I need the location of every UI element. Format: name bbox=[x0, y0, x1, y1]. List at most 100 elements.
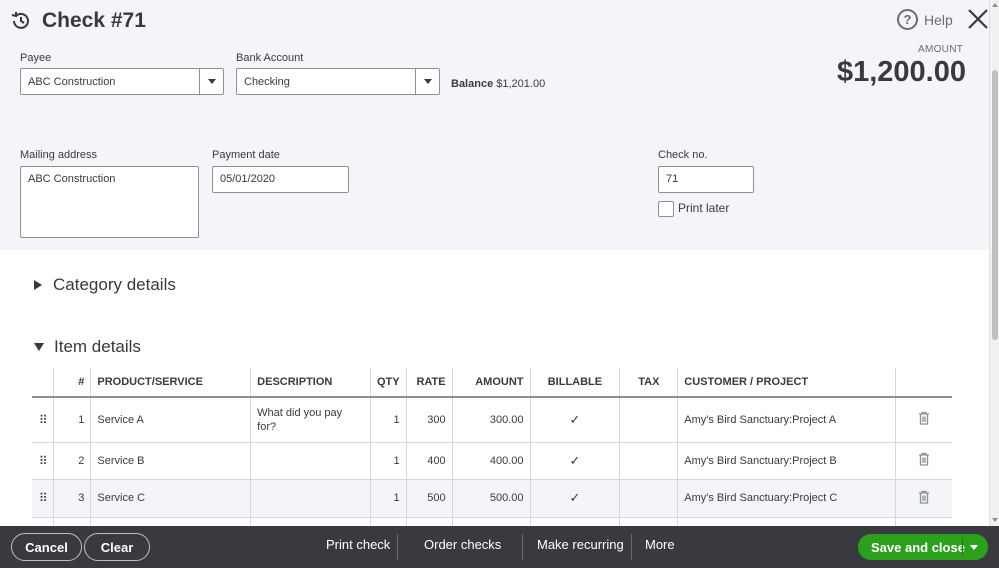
col-drag bbox=[32, 368, 54, 398]
col-num: # bbox=[53, 368, 91, 398]
col-qty: QTY bbox=[370, 368, 407, 398]
row-rate[interactable]: 300 bbox=[405, 397, 453, 443]
chevron-down-icon[interactable] bbox=[199, 69, 223, 94]
chevron-down-icon[interactable] bbox=[415, 69, 439, 94]
check-no-label: Check no. bbox=[658, 149, 708, 161]
row-qty[interactable]: 1 bbox=[370, 442, 407, 480]
row-description[interactable] bbox=[250, 442, 371, 480]
row-description[interactable]: What did you pay for? bbox=[250, 397, 371, 443]
more-link[interactable]: More bbox=[645, 537, 675, 552]
payee-select[interactable]: ABC Construction bbox=[20, 68, 224, 95]
footer-divider bbox=[631, 534, 632, 560]
page-title: Check #71 bbox=[42, 9, 146, 32]
table-row[interactable]: ⠿ 3 Service C 1 500 500.00 ✓ Amy's Bird … bbox=[32, 479, 952, 518]
save-and-close-label: Save and close bbox=[871, 539, 965, 555]
bank-account-label: Bank Account bbox=[236, 52, 304, 64]
category-details-title: Category details bbox=[53, 275, 176, 294]
title-row: Check #71 bbox=[10, 8, 146, 34]
col-rate: RATE bbox=[405, 368, 453, 398]
item-details-title: Item details bbox=[54, 337, 141, 356]
row-product[interactable]: Service A bbox=[90, 397, 251, 443]
bank-account-select[interactable]: Checking bbox=[236, 68, 440, 95]
make-recurring-link[interactable]: Make recurring bbox=[537, 537, 624, 552]
check-header-panel: Check #71 ? Help Payee ABC Construction … bbox=[0, 0, 989, 250]
row-customer[interactable]: Amy's Bird Sanctuary:Project A bbox=[677, 397, 896, 443]
help-label: Help bbox=[924, 11, 953, 28]
payee-value: ABC Construction bbox=[28, 75, 116, 88]
row-tax[interactable] bbox=[619, 442, 678, 480]
item-details-table: # PRODUCT/SERVICE DESCRIPTION QTY RATE A… bbox=[32, 368, 952, 530]
table-row[interactable]: ⠿ 1 Service A What did you pay for? 1 30… bbox=[32, 397, 952, 443]
drag-handle-icon[interactable]: ⠿ bbox=[32, 397, 54, 443]
row-amount[interactable]: 400.00 bbox=[451, 442, 530, 480]
drag-handle-icon[interactable]: ⠿ bbox=[32, 479, 54, 518]
col-tax: TAX bbox=[619, 368, 678, 398]
category-details-toggle[interactable]: Category details bbox=[34, 275, 176, 295]
split-divider bbox=[962, 538, 963, 556]
check-no-field[interactable]: 71 bbox=[658, 166, 754, 193]
cancel-button[interactable]: Cancel bbox=[11, 533, 82, 561]
mailing-address-field[interactable]: ABC Construction bbox=[20, 166, 199, 238]
row-product[interactable]: Service B bbox=[90, 442, 251, 480]
order-checks-link[interactable]: Order checks bbox=[424, 537, 501, 552]
amount-label: AMOUNT bbox=[918, 44, 964, 55]
print-check-link[interactable]: Print check bbox=[326, 537, 390, 552]
row-customer[interactable]: Amy's Bird Sanctuary:Project C bbox=[677, 479, 896, 518]
amount-total: $1,200.00 bbox=[836, 56, 966, 88]
table-row[interactable]: ⠿ 2 Service B 1 400 400.00 ✓ Amy's Bird … bbox=[32, 442, 952, 480]
billable-check-icon[interactable]: ✓ bbox=[529, 479, 620, 518]
collapse-icon bbox=[34, 343, 44, 351]
scrollbar-thumb[interactable] bbox=[992, 70, 998, 340]
expand-icon bbox=[34, 280, 42, 290]
scroll-up-icon[interactable] bbox=[992, 3, 998, 7]
print-later-label: Print later bbox=[678, 201, 730, 215]
row-num: 1 bbox=[53, 397, 91, 443]
row-product[interactable]: Service C bbox=[90, 479, 251, 518]
balance-value: $1,201.00 bbox=[496, 78, 546, 90]
save-and-close-button[interactable]: Save and close bbox=[858, 534, 988, 560]
col-customer: CUSTOMER / PROJECT bbox=[677, 368, 896, 398]
col-billable: BILLABLE bbox=[529, 368, 620, 398]
trash-icon[interactable] bbox=[894, 397, 952, 443]
row-num: 2 bbox=[53, 442, 91, 480]
balance-display: Balance $1,201.00 bbox=[451, 78, 545, 90]
billable-check-icon[interactable]: ✓ bbox=[529, 442, 620, 480]
vertical-scrollbar[interactable] bbox=[989, 0, 999, 526]
row-rate[interactable]: 500 bbox=[405, 479, 453, 518]
mailing-address-label: Mailing address bbox=[20, 149, 98, 161]
row-customer[interactable]: Amy's Bird Sanctuary:Project B bbox=[677, 442, 896, 480]
item-details-toggle[interactable]: Item details bbox=[34, 337, 141, 357]
footer-divider bbox=[397, 534, 398, 560]
row-amount[interactable]: 500.00 bbox=[451, 479, 530, 518]
bank-account-value: Checking bbox=[244, 75, 290, 88]
help-button[interactable]: ? Help bbox=[897, 9, 953, 30]
col-actions bbox=[894, 368, 952, 398]
billable-check-icon[interactable]: ✓ bbox=[529, 397, 620, 443]
row-qty[interactable]: 1 bbox=[370, 479, 407, 518]
footer-divider bbox=[522, 534, 523, 560]
close-icon[interactable] bbox=[966, 7, 990, 31]
help-icon: ? bbox=[897, 9, 918, 30]
print-later-checkbox[interactable] bbox=[658, 201, 674, 217]
trash-icon[interactable] bbox=[894, 479, 952, 518]
row-amount[interactable]: 300.00 bbox=[451, 397, 530, 443]
clear-button[interactable]: Clear bbox=[84, 533, 150, 561]
row-num: 3 bbox=[53, 479, 91, 518]
scroll-down-icon[interactable] bbox=[992, 518, 998, 522]
payment-date-field[interactable]: 05/01/2020 bbox=[212, 166, 349, 193]
recent-transactions-icon[interactable] bbox=[10, 10, 32, 32]
chevron-down-icon[interactable] bbox=[970, 545, 978, 550]
row-rate[interactable]: 400 bbox=[405, 442, 453, 480]
balance-label: Balance bbox=[451, 78, 494, 90]
col-product: PRODUCT/SERVICE bbox=[90, 368, 251, 398]
table-header-row: # PRODUCT/SERVICE DESCRIPTION QTY RATE A… bbox=[32, 368, 952, 398]
row-tax[interactable] bbox=[619, 479, 678, 518]
row-qty[interactable]: 1 bbox=[370, 397, 407, 443]
row-tax[interactable] bbox=[619, 397, 678, 443]
drag-handle-icon[interactable]: ⠿ bbox=[32, 442, 54, 480]
payment-date-label: Payment date bbox=[212, 149, 280, 161]
row-description[interactable] bbox=[250, 479, 371, 518]
footer-bar: Cancel Clear Print check Order checks Ma… bbox=[0, 526, 999, 568]
col-description: DESCRIPTION bbox=[250, 368, 371, 398]
trash-icon[interactable] bbox=[894, 442, 952, 480]
